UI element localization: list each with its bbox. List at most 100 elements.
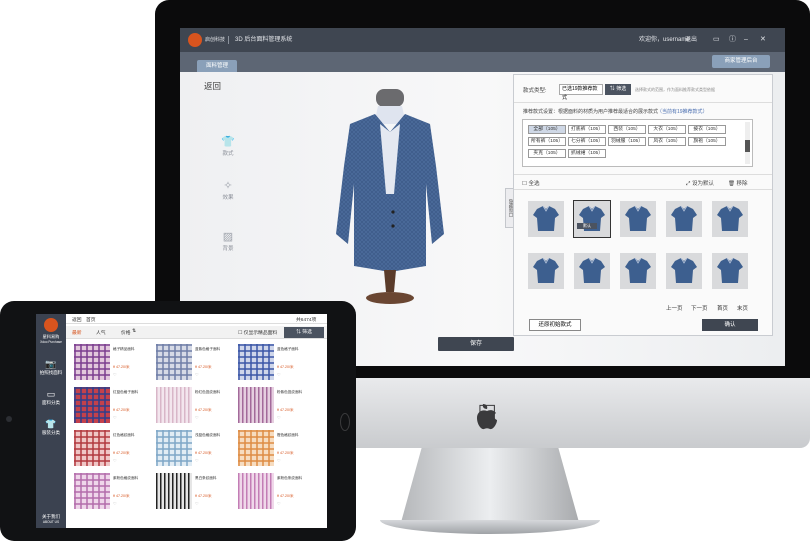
fabric-card[interactable]: 浅蓝色格纹面料 ¥ 47.20/米 ♡ xyxy=(154,428,228,468)
fabric-name: 紫粉色条纹面料 xyxy=(277,476,303,480)
fabric-card[interactable]: 紫粉色格纹面料 ¥ 47.20/米 ♡ xyxy=(72,471,146,511)
style-tag[interactable]: 旗袍（105） xyxy=(688,137,726,146)
fabric-name: 蓝紫色格子面料 xyxy=(195,347,221,351)
favorite-icon[interactable]: ♡ xyxy=(113,458,117,463)
style-thumbnail[interactable] xyxy=(528,253,564,289)
style-thumbnail[interactable] xyxy=(620,253,656,289)
style-tag[interactable]: 七分裤（105） xyxy=(568,137,606,146)
minimize-icon[interactable]: – xyxy=(744,28,748,52)
remove-button[interactable]: 🗑 移除 xyxy=(728,179,748,187)
first-page-link[interactable]: 首页 xyxy=(717,304,728,312)
fabric-swatch xyxy=(238,387,274,423)
fabric-card[interactable]: 蓝紫色格子面料 ¥ 47.20/米 ♡ xyxy=(154,342,228,382)
style-settings-panel: 款式类型: 已选19款推荐款式 ⇅ 筛选 选择款式的范围，作为面料推荐款式类型依… xyxy=(513,74,773,336)
select-all-checkbox[interactable]: ☐ 全选 xyxy=(522,179,539,187)
sort-icon: ⇅ xyxy=(132,329,137,334)
fabric-card[interactable]: 黑白条纹面料 ¥ 47.20/米 ♡ xyxy=(154,471,228,511)
reset-styles-button[interactable]: 还原初始款式 xyxy=(529,319,581,331)
style-tag[interactable]: 羽绒服（105） xyxy=(608,137,646,146)
sidebar-item-garment-category[interactable]: 👕 服装分类 xyxy=(36,419,66,436)
remove-label: 移除 xyxy=(736,181,748,187)
favorite-icon[interactable]: ♡ xyxy=(277,501,281,506)
close-icon[interactable]: ✕ xyxy=(760,28,766,52)
next-page-link[interactable]: 下一页 xyxy=(691,304,708,312)
logout-link[interactable]: 退出 xyxy=(685,28,697,52)
style-tag[interactable]: 夹克（105） xyxy=(528,149,566,158)
sort-price[interactable]: 价格 xyxy=(121,329,131,336)
merchant-admin-button[interactable]: 商家管理后台 xyxy=(712,55,770,68)
sidebar-item-photo-search[interactable]: 📷 拍照找面料 xyxy=(36,359,66,376)
style-tag[interactable]: 全部（105） xyxy=(528,125,566,134)
style-thumbnail[interactable] xyxy=(712,253,748,289)
fabric-card[interactable]: 红色格纹面料 ¥ 47.20/米 ♡ xyxy=(72,428,146,468)
divider xyxy=(228,36,229,44)
favorite-icon[interactable]: ♡ xyxy=(277,415,281,420)
favorite-icon[interactable]: ♡ xyxy=(195,501,199,506)
side-item-style[interactable]: 👕 款式 xyxy=(208,136,248,157)
brand-logo-icon xyxy=(188,33,202,47)
style-tag[interactable]: 披衣（105） xyxy=(688,125,726,134)
back-link[interactable]: 返回 xyxy=(204,80,221,92)
save-button[interactable]: 保存 xyxy=(438,337,514,351)
side-item-background[interactable]: ▨ 背景 xyxy=(208,231,248,252)
sidebar-item-fabric-category[interactable]: ▭ 面料分类 xyxy=(36,389,66,406)
divider xyxy=(514,174,772,175)
style-thumbnail[interactable] xyxy=(620,201,656,237)
tablet-filter-button[interactable]: ⇅ 筛选 xyxy=(284,327,324,338)
fabric-price: ¥ 47.20/米 xyxy=(277,408,294,412)
style-tag[interactable]: 打底裤（105） xyxy=(568,125,606,134)
tab-fabric-management[interactable]: 面料管理 xyxy=(197,60,237,72)
fabric-card[interactable]: 红蓝色格子面料 ¥ 47.20/米 ♡ xyxy=(72,385,146,425)
style-tag[interactable]: 所有裤（105） xyxy=(528,137,566,146)
favorite-icon[interactable]: ♡ xyxy=(113,415,117,420)
favorite-icon[interactable]: ♡ xyxy=(113,372,117,377)
side-item-effect[interactable]: ✧ 效果 xyxy=(208,180,248,201)
help-icon[interactable]: ⓘ xyxy=(729,28,736,52)
style-thumbnail[interactable] xyxy=(528,201,564,237)
style-thumbnail[interactable] xyxy=(573,200,611,238)
message-icon[interactable]: ▭ xyxy=(713,28,720,52)
tablet-home-button[interactable] xyxy=(340,413,350,431)
favorite-icon[interactable]: ♡ xyxy=(195,415,199,420)
fabric-name: 格子精品面料 xyxy=(113,347,135,351)
breadcrumb-back[interactable]: 返回 xyxy=(72,316,82,323)
fabric-card[interactable]: 粉紫色竖纹面料 ¥ 47.20/米 ♡ xyxy=(236,385,310,425)
jacket-3d-preview[interactable] xyxy=(320,84,460,314)
set-default-icon: ⤢ xyxy=(686,181,691,187)
fabric-card[interactable]: 紫粉色条纹面料 ¥ 47.20/米 ♡ xyxy=(236,471,310,511)
set-default-button[interactable]: ⤢ 设为默认 xyxy=(686,179,714,188)
tablet-sidebar: 星科易购 Xdoo Purchase 📷 拍照找面料 ▭ 面料分类 👕 服装分类… xyxy=(36,314,66,528)
style-thumbnail[interactable] xyxy=(666,253,702,289)
filter-label: 筛选 xyxy=(616,86,627,92)
fabric-card[interactable]: 格子精品面料 ¥ 47.20/米 ♡ xyxy=(72,342,146,382)
fabric-card[interactable]: 橙色格纹面料 ¥ 47.20/米 ♡ xyxy=(236,428,310,468)
style-thumbnail[interactable] xyxy=(574,253,610,289)
favorite-icon[interactable]: ♡ xyxy=(113,501,117,506)
fabric-card[interactable]: 粉红色竖纹面料 ¥ 47.20/米 ♡ xyxy=(154,385,228,425)
style-tag[interactable]: 西装（105） xyxy=(608,125,646,134)
tag-scrollbar-thumb[interactable] xyxy=(745,140,750,152)
style-tag[interactable]: 抓绒裙（105） xyxy=(568,149,606,158)
style-thumbnail[interactable] xyxy=(666,201,702,237)
sort-latest[interactable]: 最新 xyxy=(72,329,82,336)
style-type-select[interactable]: 已选19款推荐款式 xyxy=(559,84,603,101)
style-thumbnail[interactable] xyxy=(712,201,748,237)
filter-button[interactable]: ⇅ 筛选 xyxy=(605,84,631,95)
favorite-icon[interactable]: ♡ xyxy=(277,458,281,463)
breadcrumb-home[interactable]: 首页 xyxy=(86,316,96,323)
mannequin-base xyxy=(366,292,414,304)
last-page-link[interactable]: 末页 xyxy=(737,304,748,312)
item-count: 共6474项 xyxy=(296,318,317,323)
style-tag[interactable]: 大衣（105） xyxy=(648,125,686,134)
prev-page-link[interactable]: 上一页 xyxy=(666,304,683,312)
favorite-icon[interactable]: ♡ xyxy=(195,458,199,463)
favorite-icon[interactable]: ♡ xyxy=(277,372,281,377)
fabric-card[interactable]: 蓝色格子面料 ¥ 47.20/米 ♡ xyxy=(236,342,310,382)
confirm-button[interactable]: 确认 xyxy=(702,319,758,331)
recommend-count-link[interactable]: （当前有19推荐款式） xyxy=(657,108,708,115)
style-tag[interactable]: 风衣（105） xyxy=(648,137,686,146)
sort-popular[interactable]: 人气 xyxy=(96,329,106,336)
favorite-icon[interactable]: ♡ xyxy=(195,372,199,377)
boutique-only-checkbox[interactable]: ☐ 仅显示精品面料 xyxy=(238,329,277,336)
fabric-price: ¥ 47.20/米 xyxy=(195,494,212,498)
